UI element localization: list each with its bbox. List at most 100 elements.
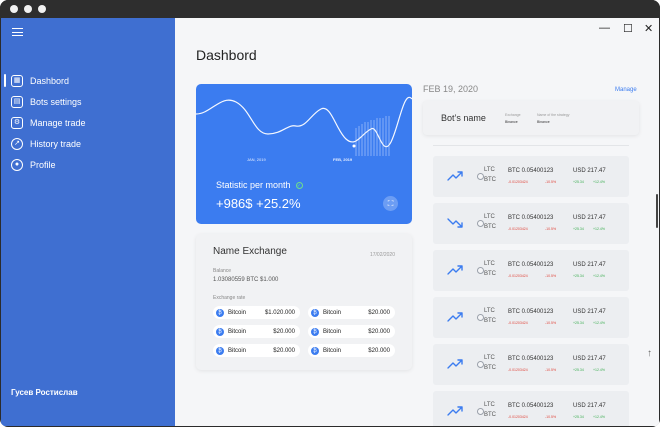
usd-change: +25.34 (573, 321, 584, 325)
hamburger-menu-icon[interactable] (12, 28, 23, 36)
rate-pill[interactable]: ₿ Bitcoin $20.000 (308, 325, 395, 338)
user-name[interactable]: Гусев Ростислав (11, 388, 78, 397)
trade-row[interactable]: LTC BTC BTC 0.05400123 -0.01203424 -10.5% USD… (433, 391, 629, 426)
sidebar-item-dashbord[interactable]: ▦ Dashbord (1, 70, 175, 91)
btc-value: BTC 0.05400123 (508, 356, 554, 362)
page-title: Dashbord (196, 47, 257, 63)
coin-name: Bitcoin (323, 328, 342, 335)
coin-badge-icon (477, 361, 484, 368)
pair-base: LTC (484, 308, 495, 314)
balance-value: 1.03080559 BTC $1.000 (213, 277, 279, 283)
usd-percent: +12.4% (593, 321, 605, 325)
usd-value: USD 217.47 (573, 356, 606, 362)
usd-change: +25.34 (573, 180, 584, 184)
expand-icon[interactable]: ⛶ (383, 196, 398, 211)
sidebar-item-history-trade[interactable]: ↗ History trade (1, 133, 175, 154)
bot-card[interactable]: Bot’s name Exchange Binance Name of the … (423, 101, 639, 135)
trend-up-icon (447, 171, 463, 181)
bot-strategy-label: Name of the strategy (537, 113, 570, 117)
sidebar-item-label: History trade (30, 138, 82, 149)
exchange-title: Name Exchange (213, 246, 287, 257)
usd-value: USD 217.47 (573, 262, 606, 268)
btc-value: BTC 0.05400123 (508, 262, 554, 268)
btc-percent: -10.5% (545, 368, 557, 372)
highlight-bars (355, 116, 390, 156)
title-bar (0, 0, 660, 18)
trend-up-icon (447, 265, 463, 275)
pair-quote: BTC (484, 412, 496, 418)
window-dot-icon[interactable] (24, 5, 32, 13)
coin-amount: $20.000 (273, 328, 295, 335)
coin-name: Bitcoin (228, 328, 247, 335)
pair-base: LTC (484, 355, 495, 361)
dashboard-icon: ▦ (11, 74, 23, 87)
usd-percent: +12.4% (593, 227, 605, 231)
trade-row[interactable]: LTC BTC BTC 0.05400123 -0.01203424 -10.5% USD… (433, 250, 629, 291)
sidebar-item-label: Dashbord (30, 75, 70, 86)
scroll-up-arrow-icon[interactable]: ↑ (647, 348, 652, 359)
sidebar-item-manage-trade[interactable]: ⚙ Manage trade (1, 112, 175, 133)
bitcoin-icon: ₿ (216, 308, 224, 317)
coin-badge-icon (477, 267, 484, 274)
usd-value: USD 217.47 (573, 168, 606, 174)
bitcoin-icon: ₿ (216, 327, 224, 336)
usd-change: +25.34 (573, 415, 584, 419)
pair-base: LTC (484, 214, 495, 220)
btc-value: BTC 0.05400123 (508, 403, 554, 409)
window-dot-icon[interactable] (38, 5, 46, 13)
trade-row[interactable]: LTC BTC BTC 0.05400123 -0.01203424 -10.5% USD… (433, 297, 629, 338)
exchange-card: Name Exchange 17/02/2020 Balance 1.03080… (196, 234, 412, 370)
bot-strategy-value: Binance (537, 120, 550, 124)
btc-change: -0.01203424 (508, 227, 528, 231)
usd-percent: +12.4% (593, 274, 605, 278)
usd-value: USD 217.47 (573, 215, 606, 221)
btc-percent: -10.5% (545, 180, 557, 184)
window-content: ▦ Dashbord ▤ Bots settings ⚙ Manage trad… (1, 18, 659, 426)
coin-name: Bitcoin (323, 347, 342, 354)
usd-percent: +12.4% (593, 368, 605, 372)
pair-quote: BTC (484, 224, 496, 230)
trend-up-icon (447, 312, 463, 322)
coin-amount: $1.020.000 (264, 309, 295, 316)
trade-row[interactable]: LTC BTC BTC 0.05400123 -0.01203424 -10.5% USD… (433, 203, 629, 244)
trade-row[interactable]: LTC BTC BTC 0.05400123 -0.01203424 -10.5% USD… (433, 156, 629, 197)
sidebar-item-bots-settings[interactable]: ▤ Bots settings (1, 91, 175, 112)
main-content: — ☐ ✕ Dashbord JAN, 2019 FEB, 2019 Stati… (175, 18, 659, 426)
sidebar-item-profile[interactable]: ● Profile (1, 154, 175, 175)
check-circle-icon: ✓ (295, 182, 303, 190)
chart-point-marker (352, 144, 356, 148)
usd-value: USD 217.47 (573, 403, 606, 409)
trend-up-icon (447, 406, 463, 416)
bitcoin-icon: ₿ (216, 346, 224, 355)
close-icon[interactable]: ✕ (644, 22, 653, 35)
pair-base: LTC (484, 167, 495, 173)
statistic-card[interactable]: JAN, 2019 FEB, 2019 Statistic per month ✓… (196, 84, 412, 224)
rate-pill[interactable]: ₿ Bitcoin $20.000 (308, 306, 395, 319)
coin-name: Bitcoin (323, 309, 342, 316)
btc-value: BTC 0.05400123 (508, 309, 554, 315)
manage-link[interactable]: Manage (615, 87, 637, 93)
usd-change: +25.34 (573, 227, 584, 231)
usd-value: USD 217.47 (573, 309, 606, 315)
bitcoin-icon: ₿ (311, 346, 319, 355)
rate-pill[interactable]: ₿ Bitcoin $1.020.000 (213, 306, 300, 319)
usd-change: +25.34 (573, 274, 584, 278)
trend-up-icon (447, 359, 463, 369)
wave-line (196, 96, 412, 148)
trend-down-icon (447, 218, 463, 228)
rate-pill[interactable]: ₿ Bitcoin $20.000 (308, 344, 395, 357)
coin-badge-icon (477, 408, 484, 415)
minimize-icon[interactable]: — (599, 22, 610, 34)
exchange-rate-label: Exchange rate (213, 295, 246, 301)
rate-pill[interactable]: ₿ Bitcoin $20.000 (213, 325, 300, 338)
btc-change: -0.01203424 (508, 368, 528, 372)
manage-trade-icon: ⚙ (11, 116, 23, 129)
rate-pill[interactable]: ₿ Bitcoin $20.000 (213, 344, 300, 357)
window-dot-icon[interactable] (10, 5, 18, 13)
btc-value: BTC 0.05400123 (508, 215, 554, 221)
trade-row[interactable]: LTC BTC BTC 0.05400123 -0.01203424 -10.5% USD… (433, 344, 629, 385)
maximize-icon[interactable]: ☐ (623, 22, 633, 35)
sidebar: ▦ Dashbord ▤ Bots settings ⚙ Manage trad… (1, 18, 175, 426)
scrollbar-thumb[interactable] (656, 194, 658, 228)
btc-change: -0.01203424 (508, 415, 528, 419)
